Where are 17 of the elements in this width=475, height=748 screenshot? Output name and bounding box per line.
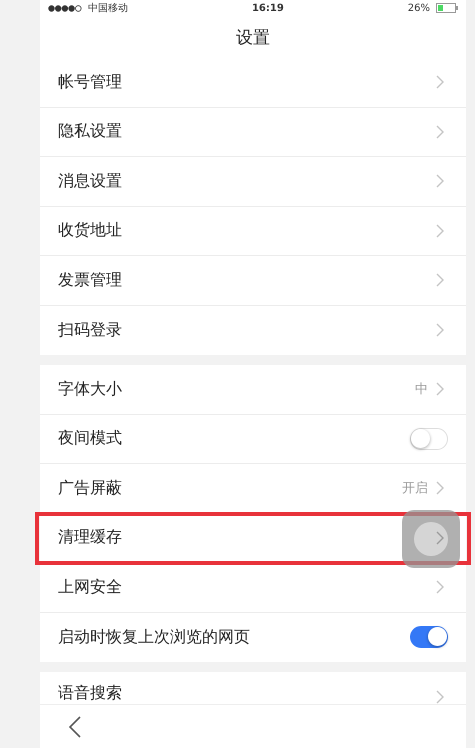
settings-row[interactable]: 清理缓存 xyxy=(37,514,469,563)
page-title: 设置 xyxy=(236,26,270,48)
settings-row[interactable]: 发票管理 xyxy=(40,256,466,306)
settings-row[interactable]: 扫码登录 xyxy=(40,306,466,355)
settings-row[interactable]: 字体大小 中 xyxy=(40,365,466,414)
settings-row[interactable]: 语音搜索 xyxy=(40,672,466,704)
setting-value: 中 xyxy=(415,381,428,398)
settings-row[interactable]: 隐私设置 xyxy=(40,108,466,157)
settings-row[interactable]: 启动时恢复上次浏览的网页 xyxy=(40,612,466,662)
setting-value: 开启 xyxy=(402,480,428,498)
clock-time: 16:19 xyxy=(252,2,284,14)
settings-row[interactable]: 帐号管理 xyxy=(40,58,466,108)
settings-row[interactable]: 收货地址 xyxy=(40,206,466,256)
settings-row[interactable]: 夜间模式 xyxy=(40,414,466,464)
settings-row[interactable]: 消息设置 xyxy=(40,157,466,206)
battery-level: 26% xyxy=(408,2,430,14)
carrier-name: 中国移动 xyxy=(88,2,128,15)
